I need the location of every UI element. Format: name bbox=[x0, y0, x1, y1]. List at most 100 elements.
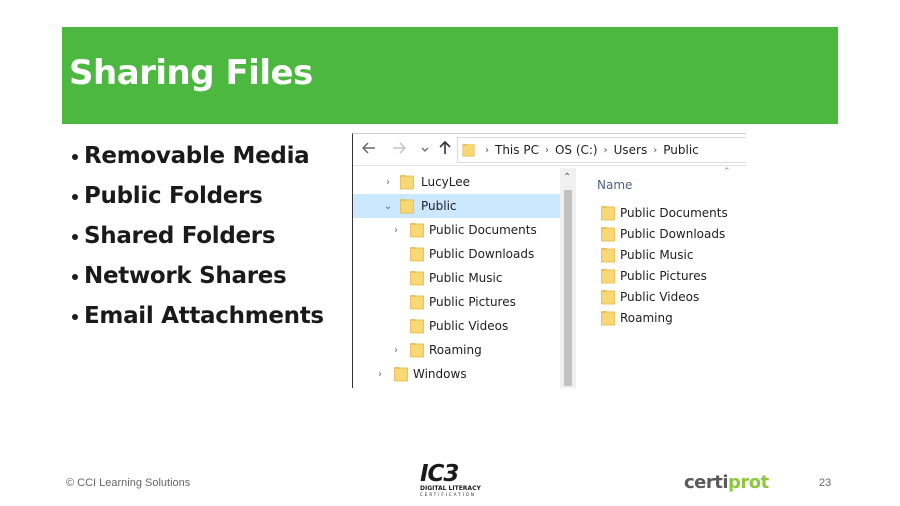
scrollbar-thumb[interactable] bbox=[564, 190, 572, 386]
certiprot-logo-part2: prot bbox=[728, 472, 769, 493]
bullet-item: Email Attachments bbox=[72, 296, 324, 336]
chevron-right-icon[interactable]: › bbox=[375, 369, 385, 380]
tree-item-label: LucyLee bbox=[421, 175, 471, 189]
chevron-down-icon bbox=[421, 147, 429, 152]
tree-item-public-videos[interactable]: Public Videos bbox=[353, 314, 560, 338]
address-bar[interactable]: › This PC › OS (C:) › Users › Public bbox=[457, 137, 746, 163]
tree-item-label: Public Music bbox=[429, 271, 503, 285]
file-item-public-music[interactable]: Public Music bbox=[601, 245, 693, 265]
breadcrumb-users[interactable]: Users bbox=[614, 143, 648, 157]
tree-item-public-documents[interactable]: › Public Documents bbox=[353, 218, 560, 242]
tree-item-label: Public bbox=[421, 199, 457, 213]
bullet-dot bbox=[72, 233, 78, 240]
navigation-bar: › This PC › OS (C:) › Users › Public bbox=[353, 134, 746, 166]
ic3-logo-tagline: DIGITAL LITERACY bbox=[420, 485, 481, 492]
bullet-item: Shared Folders bbox=[72, 216, 324, 256]
bullet-dot bbox=[72, 313, 78, 320]
bullet-dot bbox=[72, 193, 78, 200]
folder-icon bbox=[601, 206, 615, 221]
tree-scrollbar[interactable]: ⌃ bbox=[560, 168, 576, 388]
chevron-right-icon: › bbox=[485, 144, 489, 156]
breadcrumb-os-drive[interactable]: OS (C:) bbox=[555, 143, 598, 157]
folder-icon bbox=[601, 290, 615, 305]
file-item-label: Public Documents bbox=[620, 206, 728, 220]
file-item-label: Public Downloads bbox=[620, 227, 726, 241]
file-item-public-downloads[interactable]: Public Downloads bbox=[601, 224, 725, 244]
folder-icon bbox=[410, 271, 424, 286]
breadcrumb-this-pc[interactable]: This PC bbox=[495, 143, 539, 157]
tree-item-public-music[interactable]: Public Music bbox=[353, 266, 560, 290]
bullet-dot bbox=[72, 273, 78, 280]
forward-button[interactable] bbox=[392, 141, 407, 157]
bullet-text: Public Folders bbox=[84, 183, 263, 209]
file-item-public-pictures[interactable]: Public Pictures bbox=[601, 266, 707, 286]
bullet-list: Removable Media Public Folders Shared Fo… bbox=[72, 136, 324, 336]
sort-ascending-icon: ⌃ bbox=[723, 167, 731, 177]
breadcrumb-public[interactable]: Public bbox=[663, 143, 699, 157]
chevron-right-icon: › bbox=[653, 144, 658, 156]
bullet-item: Network Shares bbox=[72, 256, 324, 296]
ic3-logo-mark: IC3 bbox=[420, 461, 459, 487]
slide-title-bar: Sharing Files bbox=[62, 27, 838, 124]
page-number: 23 bbox=[819, 477, 832, 489]
chevron-right-icon[interactable]: › bbox=[383, 177, 393, 188]
chevron-right-icon: › bbox=[544, 144, 549, 156]
tree-item-public-pictures[interactable]: Public Pictures bbox=[353, 290, 560, 314]
chevron-up-icon[interactable]: ⌃ bbox=[563, 172, 571, 183]
tree-item-label: Roaming bbox=[429, 343, 482, 357]
arrow-right-icon bbox=[393, 142, 407, 154]
certiprot-logo-part1: certi bbox=[684, 472, 729, 493]
file-item-public-documents[interactable]: Public Documents bbox=[601, 203, 728, 223]
folder-icon bbox=[601, 248, 615, 263]
chevron-down-icon[interactable]: ⌄ bbox=[383, 201, 393, 212]
file-item-label: Roaming bbox=[620, 311, 673, 325]
content-pane: Name ⌃ Public Documents Public Downloads… bbox=[577, 167, 746, 388]
tree-item-roaming[interactable]: › Roaming bbox=[353, 338, 560, 362]
certiprot-logo: certiprot bbox=[684, 472, 769, 493]
folder-icon bbox=[601, 269, 615, 284]
copyright-text: © CCI Learning Solutions bbox=[66, 477, 191, 489]
arrow-up-icon bbox=[439, 140, 451, 154]
recent-locations-button[interactable] bbox=[421, 143, 429, 159]
tree-item-label: Public Pictures bbox=[429, 295, 516, 309]
folder-icon bbox=[410, 295, 424, 310]
tree-item-label: Public Downloads bbox=[429, 247, 535, 261]
back-button[interactable] bbox=[361, 141, 376, 157]
bullet-item: Public Folders bbox=[72, 176, 324, 216]
slide-title: Sharing Files bbox=[69, 53, 313, 93]
tree-item-lucylee[interactable]: › LucyLee bbox=[353, 170, 560, 194]
file-item-roaming[interactable]: Roaming bbox=[601, 308, 673, 328]
folder-icon bbox=[410, 223, 424, 238]
bullet-text: Shared Folders bbox=[84, 223, 276, 249]
folder-icon bbox=[410, 343, 424, 358]
tree-item-label: Public Documents bbox=[429, 223, 537, 237]
folder-icon bbox=[410, 247, 424, 262]
bullet-item: Removable Media bbox=[72, 136, 324, 176]
tree-item-windows[interactable]: › Windows bbox=[353, 362, 560, 386]
folder-icon bbox=[462, 143, 475, 157]
file-item-label: Public Music bbox=[620, 248, 694, 262]
folder-icon bbox=[394, 367, 408, 382]
arrow-left-icon bbox=[361, 142, 375, 154]
file-item-label: Public Pictures bbox=[620, 269, 707, 283]
ic3-logo-subtitle: CERTIFICATION bbox=[420, 492, 476, 497]
folder-icon bbox=[410, 319, 424, 334]
ic3-logo: IC3 DIGITAL LITERACY CERTIFICATION bbox=[420, 461, 481, 503]
tree-item-public-downloads[interactable]: Public Downloads bbox=[353, 242, 560, 266]
folder-icon bbox=[601, 227, 615, 242]
up-button[interactable] bbox=[439, 140, 451, 158]
bullet-dot bbox=[72, 153, 78, 160]
chevron-right-icon[interactable]: › bbox=[391, 225, 401, 236]
tree-item-label: Public Videos bbox=[429, 319, 509, 333]
bullet-text: Network Shares bbox=[84, 263, 287, 289]
navigation-tree: › LucyLee ⌄ Public › Public Documents Pu… bbox=[353, 170, 560, 388]
chevron-right-icon[interactable]: › bbox=[391, 345, 401, 356]
bullet-text: Removable Media bbox=[84, 143, 310, 169]
file-item-label: Public Videos bbox=[620, 290, 700, 304]
column-header-name[interactable]: Name bbox=[597, 178, 632, 192]
tree-item-public[interactable]: ⌄ Public bbox=[353, 194, 560, 218]
file-item-public-videos[interactable]: Public Videos bbox=[601, 287, 699, 307]
file-explorer-window: › This PC › OS (C:) › Users › Public › L… bbox=[352, 133, 746, 388]
folder-icon bbox=[601, 311, 615, 326]
bullet-text: Email Attachments bbox=[84, 303, 324, 329]
